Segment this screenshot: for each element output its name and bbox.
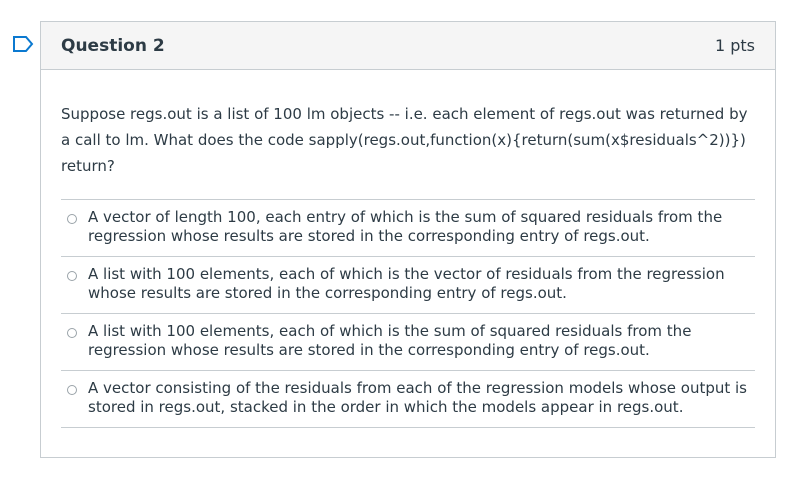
- question-header: Question 2 1 pts: [41, 22, 775, 70]
- answer-option-4[interactable]: A vector consisting of the residuals fro…: [61, 371, 755, 428]
- radio-button[interactable]: [67, 328, 77, 338]
- answer-label[interactable]: A list with 100 elements, each of which …: [88, 322, 755, 360]
- question-title: Question 2: [61, 35, 165, 56]
- radio-button[interactable]: [67, 214, 77, 224]
- answer-list: A vector of length 100, each entry of wh…: [61, 199, 755, 428]
- radio-button[interactable]: [67, 385, 77, 395]
- answer-label[interactable]: A vector of length 100, each entry of wh…: [88, 208, 755, 246]
- answer-option-2[interactable]: A list with 100 elements, each of which …: [61, 257, 755, 314]
- answer-label[interactable]: A vector consisting of the residuals fro…: [88, 379, 755, 417]
- answer-label[interactable]: A list with 100 elements, each of which …: [88, 265, 755, 303]
- question-card: Question 2 1 pts Suppose regs.out is a l…: [40, 21, 776, 458]
- question-points: 1 pts: [714, 36, 755, 55]
- answer-option-1[interactable]: A vector of length 100, each entry of wh…: [61, 200, 755, 257]
- radio-button[interactable]: [67, 271, 77, 281]
- flag-question-icon[interactable]: [12, 35, 34, 53]
- answer-option-3[interactable]: A list with 100 elements, each of which …: [61, 314, 755, 371]
- question-text: Suppose regs.out is a list of 100 lm obj…: [61, 105, 748, 175]
